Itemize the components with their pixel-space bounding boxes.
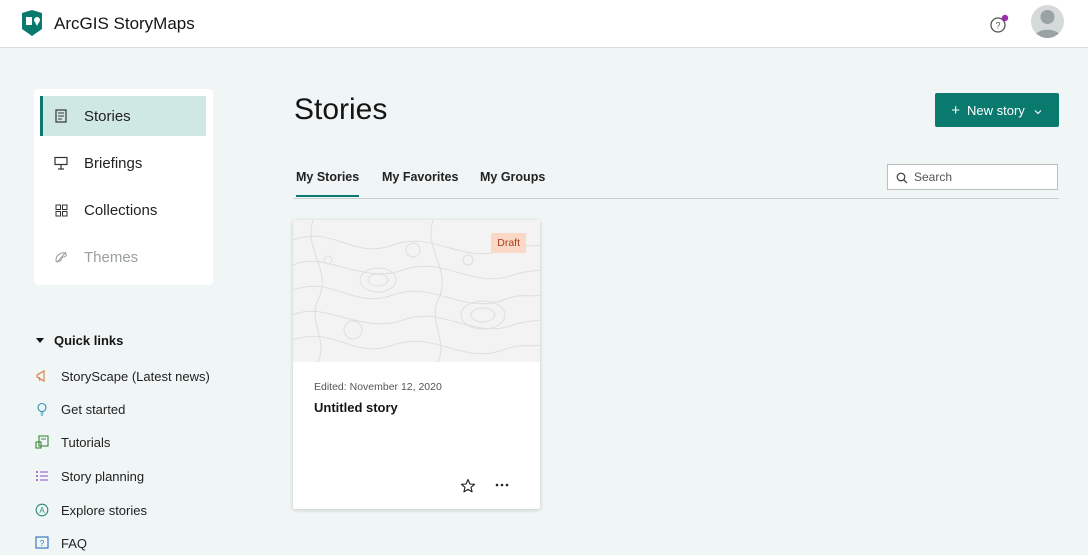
search-icon (896, 171, 908, 184)
tab-my-groups[interactable]: My Groups (480, 170, 545, 195)
side-nav: Stories Briefings Collections Themes (34, 89, 213, 285)
app-title[interactable]: ArcGIS StoryMaps (54, 14, 195, 34)
quick-link-label: Story planning (61, 468, 145, 484)
user-avatar[interactable] (1031, 5, 1064, 38)
nav-item-label: Collections (84, 201, 158, 219)
new-story-label: New story (966, 102, 1025, 118)
story-thumbnail: Draft (293, 220, 540, 362)
nav-item-themes[interactable]: Themes (40, 237, 206, 277)
quick-link-get-started[interactable]: Get started (35, 399, 125, 419)
grid-icon (53, 202, 69, 218)
quick-link-label: Explore stories (61, 502, 147, 518)
tab-my-stories[interactable]: My Stories (296, 170, 360, 197)
quick-link-tutorials[interactable]: Tutorials (35, 432, 110, 452)
nav-item-label: Briefings (84, 154, 143, 172)
caret-down-icon (36, 338, 44, 343)
nav-item-label: Themes (84, 248, 139, 266)
nav-item-label: Stories (84, 107, 131, 125)
chevron-down-icon (1033, 105, 1043, 115)
list-icon (35, 469, 49, 483)
explore-icon: A (35, 503, 49, 517)
quick-link-label: StoryScape (Latest news) (61, 368, 210, 384)
quick-link-label: Get started (61, 401, 126, 417)
top-header: ArcGIS StoryMaps ? (0, 0, 1088, 48)
presentation-icon (53, 155, 69, 171)
svg-text:?: ? (995, 21, 1000, 31)
svg-text:A: A (39, 506, 45, 515)
faq-icon: ? (35, 536, 49, 550)
quick-link-label: Tutorials (61, 434, 111, 450)
story-title[interactable]: Untitled story (314, 400, 398, 415)
quick-link-story-planning[interactable]: Story planning (35, 466, 144, 486)
tutorial-icon (35, 435, 49, 449)
help-icon[interactable]: ? (989, 14, 1009, 34)
draft-badge: Draft (491, 233, 526, 253)
search-box (887, 164, 1058, 190)
document-icon (53, 108, 69, 124)
story-edited-date: Edited: November 12, 2020 (314, 381, 442, 393)
quick-link-faq[interactable]: ? FAQ (35, 533, 87, 553)
story-card[interactable]: Draft Edited: November 12, 2020 Untitled… (293, 220, 540, 509)
quick-link-explore[interactable]: A Explore stories (35, 500, 147, 520)
quick-link-storyscape[interactable]: StoryScape (Latest news) (35, 366, 210, 386)
quick-links-toggle[interactable]: Quick links (36, 333, 123, 348)
star-icon[interactable] (460, 478, 476, 494)
tab-my-favorites[interactable]: My Favorites (382, 170, 458, 195)
svg-text:?: ? (40, 539, 45, 548)
quick-links-heading: Quick links (54, 333, 124, 348)
new-story-button[interactable]: + New story (935, 93, 1059, 127)
search-input[interactable] (914, 170, 1054, 184)
quick-link-label: FAQ (61, 535, 88, 551)
lightbulb-icon (35, 402, 49, 416)
plus-icon: + (951, 101, 960, 119)
nav-item-collections[interactable]: Collections (40, 190, 206, 230)
page-title: Stories (294, 93, 388, 126)
nav-item-stories[interactable]: Stories (40, 96, 206, 136)
more-options-icon[interactable] (495, 477, 509, 493)
storymaps-logo-icon[interactable] (17, 9, 47, 37)
palette-icon (53, 249, 69, 265)
nav-item-briefings[interactable]: Briefings (40, 143, 206, 183)
megaphone-icon (35, 369, 49, 383)
